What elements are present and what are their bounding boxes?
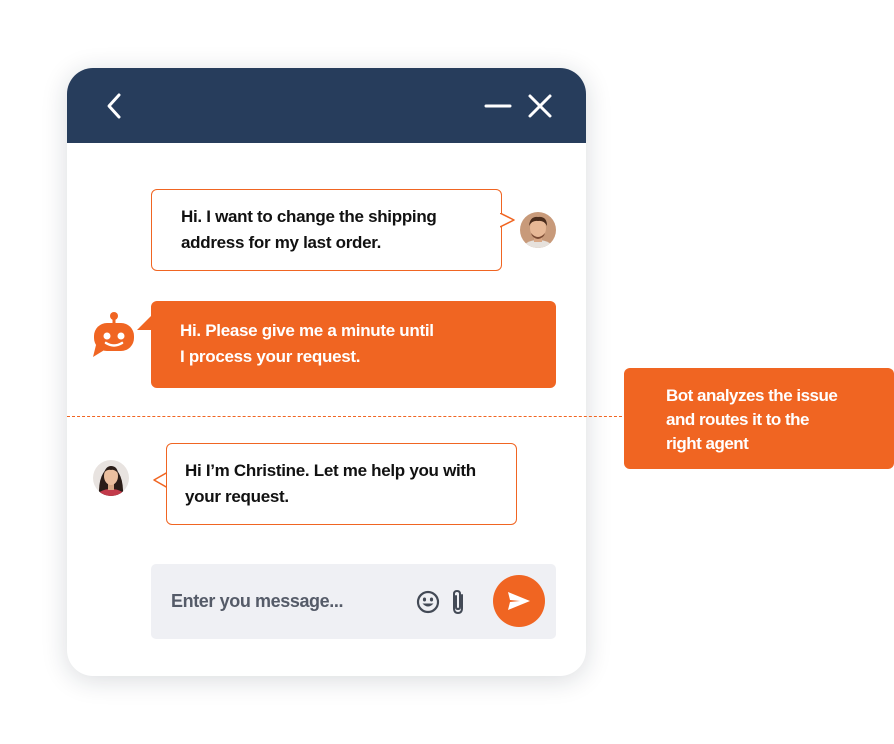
- emoji-button[interactable]: [415, 589, 441, 615]
- stage: Hi. I want to change the shipping addres…: [0, 0, 894, 744]
- message-line: Hi. Please give me a minute until: [180, 321, 434, 340]
- chat-window: Hi. I want to change the shipping addres…: [67, 68, 586, 676]
- message-line: I process your request.: [180, 347, 361, 366]
- annotation-callout: Bot analyzes the issue and routes it to …: [624, 368, 894, 469]
- send-button[interactable]: [493, 575, 545, 627]
- annotation-line: Bot analyzes the issue: [666, 386, 838, 405]
- close-icon: [528, 94, 552, 118]
- bubble-tail: [500, 213, 515, 228]
- avatar-image: [93, 460, 129, 496]
- bot-message: Hi. Please give me a minute until I proc…: [151, 301, 556, 388]
- agent-avatar: [93, 460, 129, 496]
- chevron-left-icon: [107, 93, 121, 119]
- avatar-image: [520, 212, 556, 248]
- annotation-line: and routes it to the: [666, 410, 810, 429]
- message-line: your request.: [185, 487, 289, 506]
- message-line: Hi I’m Christine. Let me help you with: [185, 461, 476, 480]
- robot-icon: [93, 312, 134, 357]
- minimize-icon: [484, 104, 512, 108]
- back-button[interactable]: [97, 88, 133, 124]
- message-line: Hi. I want to change the shipping: [181, 207, 437, 226]
- emoji-icon: [416, 590, 440, 614]
- attach-button[interactable]: [447, 588, 469, 616]
- send-icon: [508, 592, 530, 610]
- chat-header: [67, 68, 586, 143]
- message-line: address for my last order.: [181, 233, 382, 252]
- customer-avatar: [520, 212, 556, 248]
- customer-message: Hi. I want to change the shipping addres…: [151, 189, 502, 271]
- paperclip-icon: [453, 589, 463, 615]
- close-button[interactable]: [522, 88, 558, 124]
- minimize-button[interactable]: [480, 88, 516, 124]
- annotation-line: right agent: [666, 434, 749, 453]
- message-composer: [151, 564, 556, 639]
- routing-divider: [67, 416, 627, 417]
- agent-message: Hi I’m Christine. Let me help you with y…: [166, 443, 517, 525]
- message-input[interactable]: [171, 584, 401, 618]
